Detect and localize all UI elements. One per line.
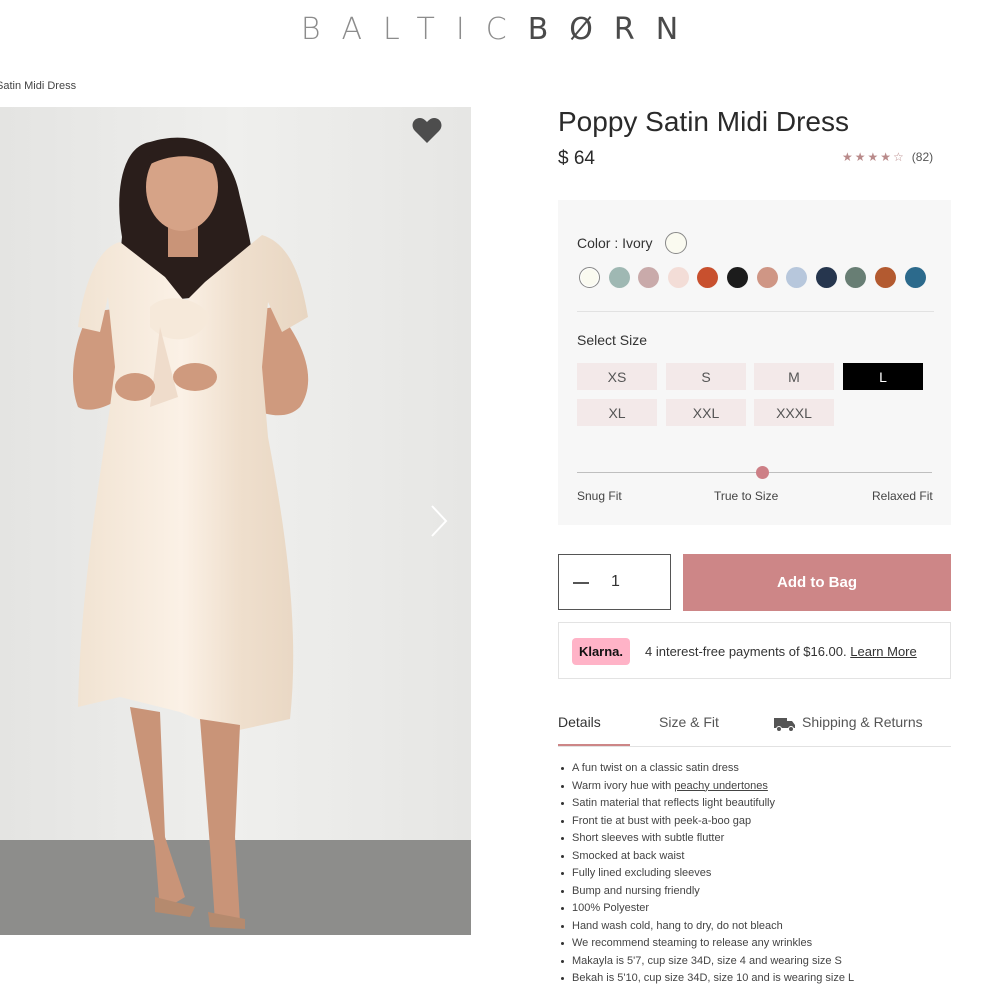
list-item: We recommend steaming to release any wri… — [561, 935, 965, 953]
size-option-xs[interactable]: XS — [577, 363, 657, 390]
list-item: Bump and nursing friendly — [561, 883, 965, 901]
color-swatch[interactable] — [904, 267, 926, 288]
rating-stars: ★★★★☆ — [842, 150, 906, 164]
fit-scale-marker — [756, 466, 769, 479]
list-item: 100% Polyester — [561, 900, 965, 918]
color-swatch[interactable] — [726, 267, 748, 288]
size-label: Select Size — [577, 332, 648, 348]
list-item: Front tie at bust with peek-a-boo gap — [561, 813, 965, 831]
product-image — [0, 107, 471, 935]
quantity-stepper[interactable]: 1 — [558, 554, 671, 610]
peachy-undertones-link[interactable]: peachy undertones — [674, 780, 768, 792]
selected-color-swatch — [665, 232, 687, 254]
color-label-prefix: Color : — [577, 235, 619, 251]
klarna-message: 4 interest-free payments of $16.00. — [645, 644, 847, 659]
list-item: A fun twist on a classic satin dress — [561, 760, 965, 778]
color-swatch[interactable] — [667, 267, 689, 288]
tab-details[interactable]: Details — [558, 714, 601, 730]
size-option-xl[interactable]: XL — [577, 399, 657, 426]
add-to-bag-button[interactable]: Add to Bag — [683, 554, 951, 611]
size-option-m[interactable]: M — [754, 363, 834, 390]
list-item: Bekah is 5'10, cup size 34D, size 10 and… — [561, 970, 965, 988]
rating[interactable]: ★★★★☆ (82) — [842, 150, 933, 164]
chevron-right-icon[interactable] — [428, 504, 450, 538]
list-item: Makayla is 5'7, cup size 34D, size 4 and… — [561, 953, 965, 971]
tab-shipping-returns[interactable]: Shipping & Returns — [802, 714, 923, 730]
info-tabs: Details Size & Fit Shipping & Returns — [558, 714, 951, 747]
quantity-value[interactable]: 1 — [611, 573, 620, 591]
details-list: A fun twist on a classic satin dress War… — [558, 760, 965, 988]
list-item: Satin material that reflects light beaut… — [561, 795, 965, 813]
list-item: Short sleeves with subtle flutter — [561, 830, 965, 848]
klarna-banner: Klarna. 4 interest-free payments of $16.… — [558, 622, 951, 679]
truck-icon — [774, 718, 795, 732]
list-item: Warm ivory hue with peachy undertones — [561, 778, 965, 796]
size-option-s[interactable]: S — [666, 363, 746, 390]
breadcrumb[interactable]: Satin Midi Dress — [0, 80, 76, 92]
divider — [577, 311, 934, 312]
brand-logo[interactable]: BALTICBØRN — [0, 12, 1000, 47]
product-price: $ 64 — [558, 148, 595, 169]
tab-size-fit[interactable]: Size & Fit — [659, 714, 719, 730]
color-swatch[interactable] — [874, 267, 896, 288]
active-tab-indicator — [558, 744, 630, 746]
color-swatches — [579, 267, 926, 288]
klarna-logo: Klarna. — [572, 638, 630, 665]
fit-label-snug: Snug Fit — [577, 489, 622, 503]
color-swatch[interactable] — [786, 267, 808, 288]
review-count: (82) — [911, 150, 934, 164]
color-swatch[interactable] — [815, 267, 837, 288]
fit-label-relaxed: Relaxed Fit — [872, 489, 933, 503]
color-swatch[interactable] — [845, 267, 867, 288]
size-option-xxxl[interactable]: XXXL — [754, 399, 834, 426]
list-item: Smocked at back waist — [561, 848, 965, 866]
list-item-text: Warm ivory hue with — [572, 779, 672, 792]
color-swatch[interactable] — [756, 267, 778, 288]
list-item: Hand wash cold, hang to dry, do not blea… — [561, 918, 965, 936]
size-option-xxl[interactable]: XXL — [666, 399, 746, 426]
heart-icon[interactable] — [412, 116, 442, 144]
klarna-learn-more-link[interactable]: Learn More — [850, 644, 916, 659]
fit-scale-track — [577, 472, 932, 473]
product-title: Poppy Satin Midi Dress — [558, 106, 850, 137]
size-option-l[interactable]: L — [843, 363, 923, 390]
color-swatch[interactable] — [608, 267, 630, 288]
brand-logo-part2: BØRN — [527, 12, 700, 47]
options-panel: Color : Ivory Select Size XS S M L XL XX… — [558, 200, 951, 525]
color-swatch[interactable] — [579, 267, 600, 288]
color-swatch[interactable] — [697, 267, 719, 288]
brand-logo-part1: BALTIC — [300, 12, 528, 47]
color-label: Color : Ivory — [577, 235, 652, 251]
fit-label-true: True to Size — [714, 489, 779, 503]
list-item: Fully lined excluding sleeves — [561, 865, 965, 883]
color-value: Ivory — [622, 235, 653, 251]
klarna-text: 4 interest-free payments of $16.00. Lear… — [645, 644, 917, 659]
color-swatch[interactable] — [638, 267, 660, 288]
